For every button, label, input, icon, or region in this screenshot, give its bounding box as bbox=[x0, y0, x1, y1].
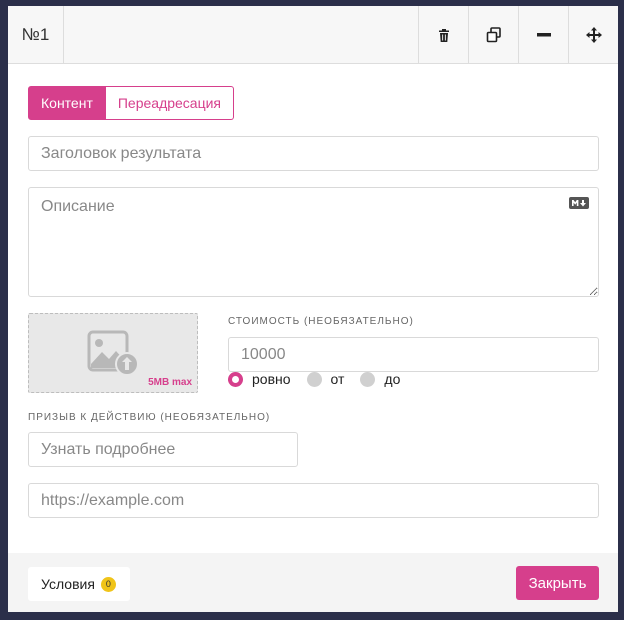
result-card: №1 Контент Переадресация Заголовок резул… bbox=[8, 6, 618, 612]
tab-bar: Контент Переадресация bbox=[28, 86, 235, 120]
description-textarea[interactable] bbox=[28, 187, 599, 297]
radio-checked-icon bbox=[228, 371, 243, 387]
url-input[interactable] bbox=[28, 483, 599, 518]
result-number: №1 bbox=[8, 6, 64, 64]
collapse-button[interactable] bbox=[518, 6, 568, 64]
price-label: Стоимость (необязательно) bbox=[228, 316, 414, 327]
radio-label: от bbox=[330, 371, 345, 387]
conditions-button[interactable]: Условия 0 bbox=[28, 567, 130, 601]
close-button[interactable]: Закрыть bbox=[516, 566, 599, 600]
minimize-icon bbox=[536, 33, 551, 37]
delete-button[interactable] bbox=[418, 6, 468, 64]
result-title-input[interactable] bbox=[28, 136, 599, 171]
image-upload[interactable]: 5MB max bbox=[28, 313, 198, 393]
cta-text-input[interactable] bbox=[28, 432, 298, 467]
tab-content[interactable]: Контент bbox=[28, 86, 106, 120]
radio-unchecked-icon bbox=[360, 371, 376, 387]
price-mode-to[interactable]: до bbox=[360, 371, 400, 387]
radio-label: ровно bbox=[252, 371, 291, 387]
price-input[interactable] bbox=[228, 337, 599, 372]
drag-handle[interactable] bbox=[568, 6, 618, 64]
move-icon bbox=[585, 27, 602, 43]
conditions-count-badge: 0 bbox=[100, 576, 116, 592]
tab-redirect[interactable]: Переадресация bbox=[105, 86, 235, 120]
card-header: №1 bbox=[8, 6, 618, 64]
markdown-icon bbox=[569, 197, 589, 209]
conditions-label: Условия bbox=[41, 576, 95, 592]
image-upload-icon bbox=[87, 330, 139, 376]
price-mode-group: ровно от до bbox=[228, 371, 416, 387]
trash-icon bbox=[438, 28, 449, 42]
copy-icon bbox=[486, 27, 501, 43]
radio-unchecked-icon bbox=[306, 371, 322, 387]
duplicate-button[interactable] bbox=[468, 6, 518, 64]
price-mode-exact[interactable]: ровно bbox=[228, 371, 291, 387]
cta-label: Призыв к действию (необязательно) bbox=[28, 412, 271, 423]
upload-size-limit: 5MB max bbox=[148, 377, 192, 388]
radio-label: до bbox=[384, 371, 401, 387]
price-mode-from[interactable]: от bbox=[306, 371, 345, 387]
card-footer: Условия 0 Закрыть bbox=[8, 553, 618, 612]
